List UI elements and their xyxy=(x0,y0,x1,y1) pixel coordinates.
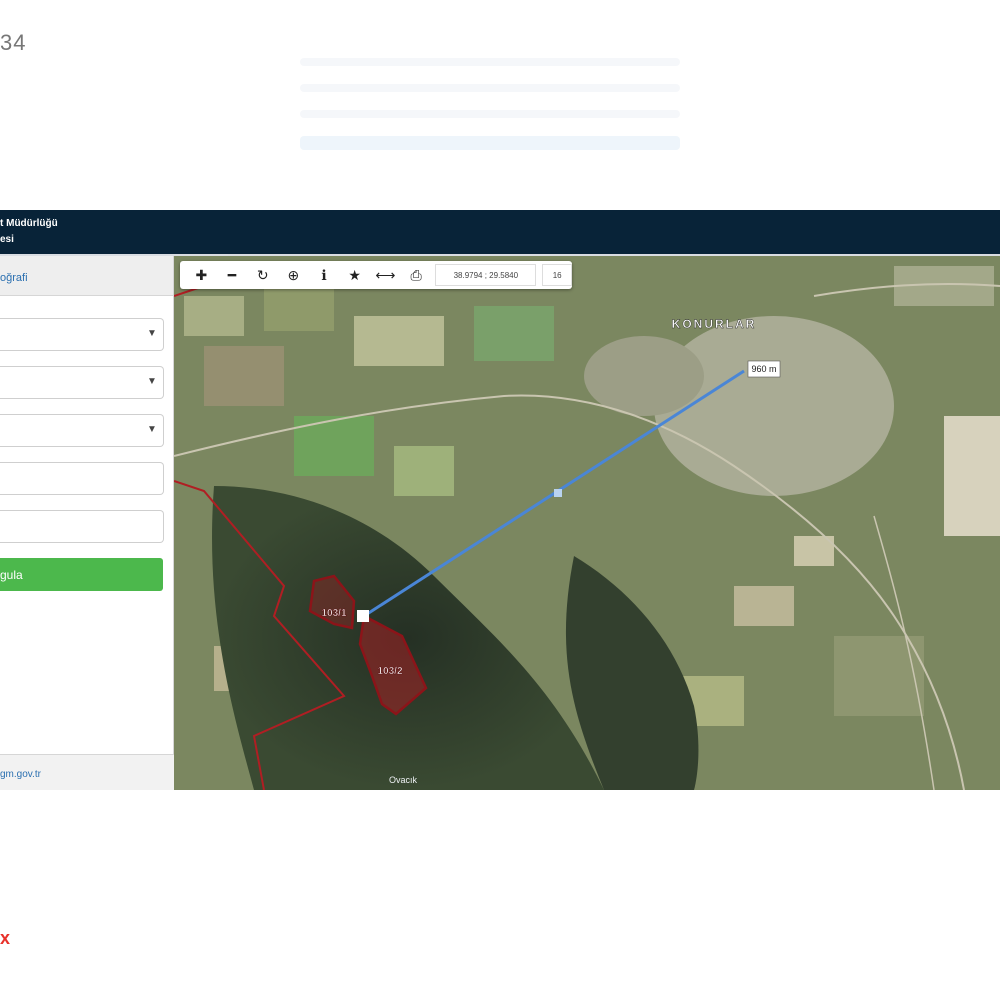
faded-background-text xyxy=(300,40,680,210)
text-field-1[interactable] xyxy=(0,462,164,495)
measure-start-marker[interactable] xyxy=(357,610,369,622)
parcel-label-1: 103/1 xyxy=(321,608,346,619)
measure-midpoint-marker xyxy=(554,489,562,497)
footer-link[interactable]: gm.gov.tr xyxy=(0,754,174,790)
select-field-1[interactable]: ▼ xyxy=(0,318,164,351)
satellite-map[interactable]: 960 m KONURLAR 103/1 103/2 Ovacık xyxy=(174,256,1000,790)
locate-icon[interactable]: ⊕ xyxy=(278,261,309,289)
field-patch xyxy=(944,416,1000,536)
print-icon[interactable]: ⎙ xyxy=(401,261,432,289)
parcel-label-2: 103/2 xyxy=(377,666,402,677)
chevron-down-icon: ▼ xyxy=(147,328,157,339)
text-field-2[interactable] xyxy=(0,510,164,543)
measure-icon[interactable]: ⟷ xyxy=(370,261,401,289)
chevron-down-icon: ▼ xyxy=(147,376,157,387)
field-patch xyxy=(184,296,244,336)
tab-geographic[interactable]: oğrafi xyxy=(0,256,173,296)
map-toolbar: ✚ ━ ↻ ⊕ ℹ ★ ⟷ ⎙ 38.9794 ; 29.5840 16 xyxy=(180,261,573,289)
app-header: t Müdürlüğü esi xyxy=(0,210,1000,254)
listing-id-fragment: 34 xyxy=(0,30,27,55)
brand-logo: x xyxy=(0,928,11,948)
field-patch xyxy=(204,346,284,406)
field-patch xyxy=(394,446,454,496)
info-icon[interactable]: ℹ xyxy=(309,261,340,289)
header-title-line1: t Müdürlüğü xyxy=(0,218,58,229)
refresh-icon[interactable]: ↻ xyxy=(247,261,278,289)
field-patch xyxy=(474,306,554,361)
coordinate-readout: 38.9794 ; 29.5840 xyxy=(435,264,537,286)
place-label-konurlar: KONURLAR xyxy=(672,317,757,331)
zoom-level-readout: 16 xyxy=(542,264,573,286)
chevron-down-icon: ▼ xyxy=(147,424,157,435)
zoom-in-icon[interactable]: ✚ xyxy=(186,261,217,289)
field-patch xyxy=(354,316,444,366)
select-field-2[interactable]: ▼ xyxy=(0,366,164,399)
field-patch xyxy=(734,586,794,626)
zoom-out-icon[interactable]: ━ xyxy=(217,261,248,289)
village-area xyxy=(584,336,704,416)
query-button[interactable]: gula xyxy=(0,558,163,591)
star-icon[interactable]: ★ xyxy=(339,261,370,289)
sidebar: oğrafi ▼ ▼ ▼ gula gm.gov.tr xyxy=(0,256,174,790)
field-patch xyxy=(264,286,334,331)
select-field-3[interactable]: ▼ xyxy=(0,414,164,447)
map-canvas: 960 m KONURLAR 103/1 103/2 Ovacık xyxy=(174,256,1000,790)
distance-label: 960 m xyxy=(751,364,776,374)
field-patch xyxy=(834,636,924,716)
road-label: Ovacık xyxy=(389,775,418,785)
header-title-line2: esi xyxy=(0,234,14,245)
